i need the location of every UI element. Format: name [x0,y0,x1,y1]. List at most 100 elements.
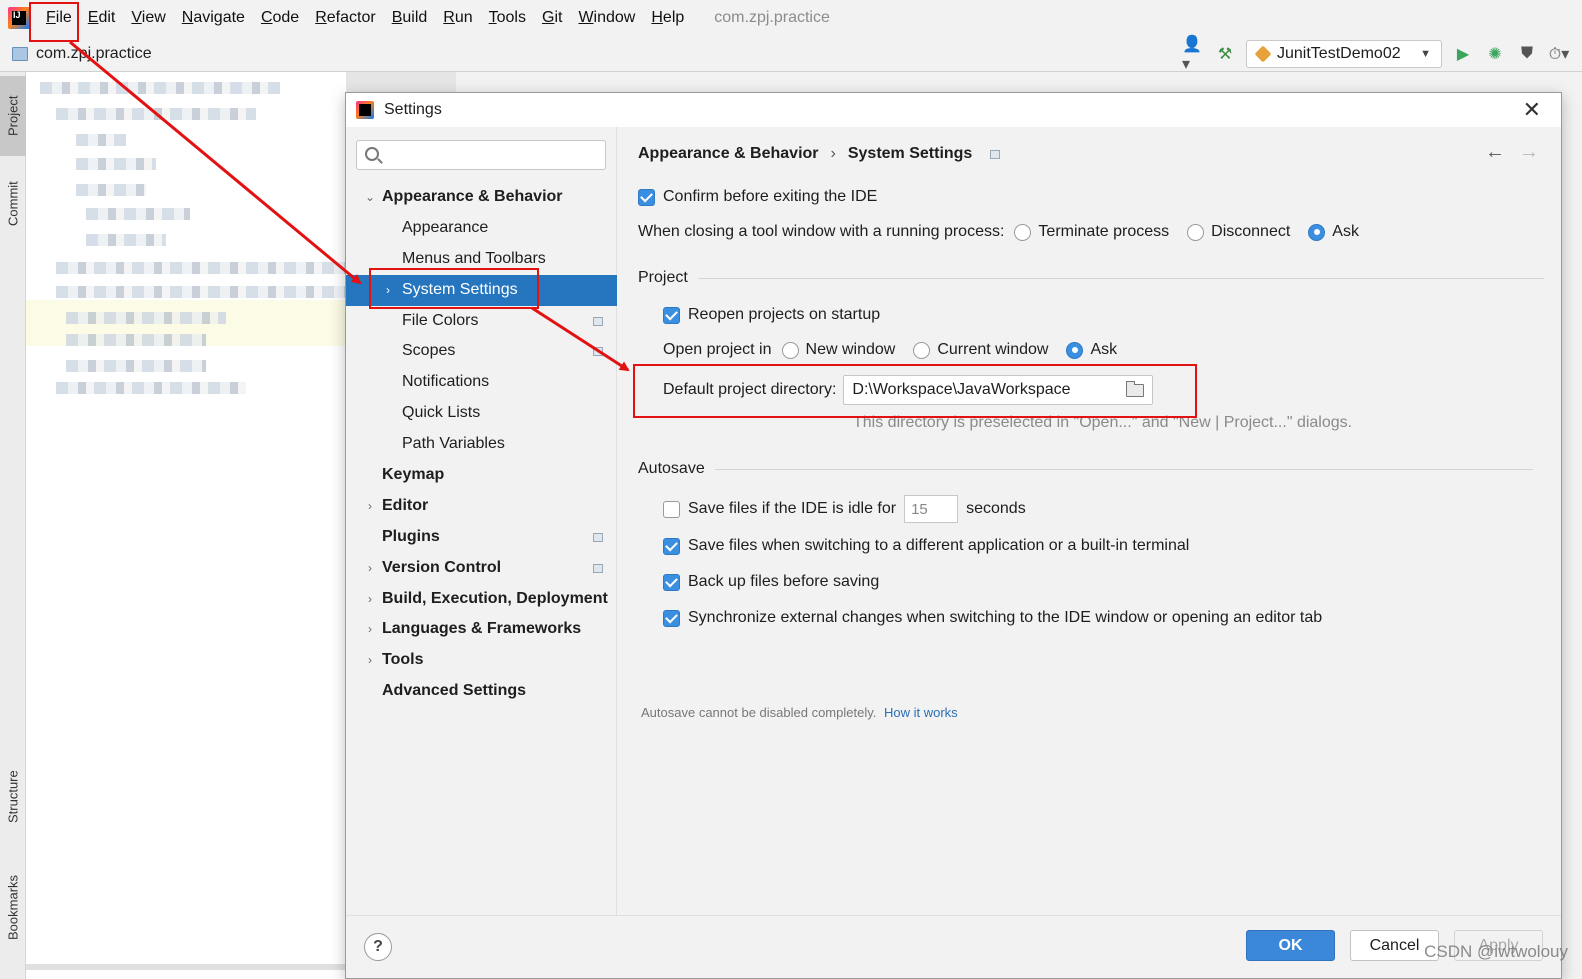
disconnect-radio[interactable] [1187,223,1205,241]
settings-tree-label: Editor [382,496,429,514]
debug-icon[interactable]: ✺ [1484,43,1506,65]
backup-checkbox[interactable] [663,573,680,591]
menu-build[interactable]: Build [384,0,436,36]
switching-save-row: Save files when switching to a different… [663,537,1189,555]
settings-tree-label: Languages & Frameworks [382,620,582,638]
breadcrumb-parent: Appearance & Behavior [638,145,819,162]
menu-window[interactable]: Window [570,0,643,36]
blurred-tree-row [76,158,156,170]
settings-tree-item[interactable]: › Build, Execution, Deployment [346,584,617,615]
horizontal-scrollbar[interactable] [26,964,346,970]
blurred-tree-row [56,262,346,274]
settings-tree-label: File Colors [402,311,479,329]
how-it-works-link[interactable]: How it works [884,705,958,720]
open-ask-radio[interactable] [1066,341,1084,359]
annotation-box-system-settings [369,268,539,309]
ask-label: Ask [1332,223,1359,240]
tab-bookmarks[interactable]: Bookmarks [0,857,26,957]
settings-tree-label: Keymap [382,466,445,484]
help-button[interactable]: ? [364,933,392,961]
chevron-right-icon[interactable]: › [364,614,376,645]
intellij-logo-icon: IJ [8,7,30,29]
main-toolbar: 👤▾ ⚒ JunitTestDemo02 ▼ ▶ ✺ ⛊ ⏱▾ [1182,36,1582,73]
tab-structure[interactable]: Structure [0,752,26,842]
run-configuration-select[interactable]: JunitTestDemo02 ▼ [1246,40,1442,68]
chevron-right-icon[interactable]: › [364,645,376,676]
idle-seconds-input[interactable] [911,500,952,518]
settings-tree-item[interactable]: Keymap [346,460,617,491]
close-icon[interactable]: ✕ [1523,99,1541,121]
terminate-process-radio[interactable] [1014,223,1032,241]
settings-search[interactable] [356,140,606,170]
settings-tree-label: Build, Execution, Deployment [382,589,608,607]
sync-label: Synchronize external changes when switch… [688,609,1323,626]
settings-tree-item[interactable]: Appearance [346,213,617,244]
user-icon[interactable]: 👤▾ [1182,36,1204,73]
settings-tree-item[interactable]: ⌄ Appearance & Behavior [346,182,617,213]
ask-radio[interactable] [1308,223,1326,241]
settings-tree-item[interactable]: Plugins [346,522,617,553]
menu-navigate[interactable]: Navigate [174,0,253,36]
chevron-down-icon[interactable]: ⌄ [364,182,376,213]
settings-tree-label: Notifications [402,373,490,391]
project-level-icon [593,347,603,357]
settings-tree-item[interactable]: › Version Control [346,553,617,584]
menu-refactor[interactable]: Refactor [307,0,383,36]
confirm-exit-checkbox[interactable] [638,188,655,206]
window-title: com.zpj.practice [714,9,830,26]
dialog-title-bar: Settings ✕ [346,93,1561,127]
project-level-icon [593,532,603,542]
switching-save-checkbox[interactable] [663,537,680,555]
menu-code[interactable]: Code [253,0,307,36]
settings-tree-item[interactable]: Path Variables [346,429,617,460]
annotation-box-default-directory [633,364,1197,418]
settings-search-input[interactable] [387,145,597,165]
new-window-radio[interactable] [781,341,799,359]
idle-seconds-field[interactable] [904,495,959,523]
settings-tree-item[interactable]: › Editor [346,491,617,522]
settings-tree-item[interactable]: Quick Lists [346,398,617,429]
idle-seconds-unit: seconds [966,500,1026,517]
forward-arrow-icon[interactable]: → [1519,141,1539,164]
tab-commit[interactable]: Commit [0,164,26,244]
settings-sidebar: ⌄ Appearance & Behavior Appearance Menus an… [346,127,617,915]
run-config-icon [1254,45,1272,63]
settings-tree-item[interactable]: › Languages & Frameworks [346,614,617,645]
menu-tools[interactable]: Tools [481,0,534,36]
idle-save-checkbox[interactable] [663,500,680,518]
settings-tree-item[interactable]: › Tools [346,645,617,676]
menu-run[interactable]: Run [435,0,480,36]
menu-git[interactable]: Git [534,0,570,36]
navigation-bar: com.zpj.practice 👤▾ ⚒ JunitTestDemo02 ▼ … [0,36,1582,73]
settings-tree-item[interactable]: Scopes [346,336,617,367]
menu-view[interactable]: View [123,0,173,36]
tab-project[interactable]: Project [0,76,26,156]
settings-tree-label: Path Variables [402,435,505,453]
open-project-in-row: Open project in New window Current windo… [663,341,1125,359]
run-icon[interactable]: ▶ [1452,43,1474,65]
back-arrow-icon[interactable]: ← [1485,141,1505,164]
blurred-tree-row [40,82,280,94]
nav-project-name[interactable]: com.zpj.practice [36,45,152,63]
settings-tree-item[interactable]: Advanced Settings [346,676,617,707]
sync-checkbox[interactable] [663,609,680,627]
settings-tree-label: Appearance & Behavior [382,188,563,205]
settings-tree-item[interactable]: File Colors [346,306,617,337]
blurred-tree-row [76,184,146,196]
chevron-right-icon[interactable]: › [364,491,376,522]
menu-help[interactable]: Help [643,0,692,36]
chevron-right-icon[interactable]: › [364,584,376,615]
reopen-projects-checkbox[interactable] [663,306,680,324]
ok-button[interactable]: OK [1246,930,1335,961]
blurred-tree-row [66,360,206,372]
blurred-tree-row [66,312,226,324]
chevron-right-icon[interactable]: › [364,553,376,584]
autosave-section-title: Autosave [638,460,705,477]
profile-icon[interactable]: ⏱▾ [1548,43,1570,65]
current-window-radio[interactable] [913,341,931,359]
editor-tab-strip [346,72,456,92]
menu-edit[interactable]: Edit [80,0,124,36]
settings-tree-item[interactable]: Notifications [346,367,617,398]
build-hammer-icon[interactable]: ⚒ [1214,43,1236,65]
coverage-icon[interactable]: ⛊ [1516,43,1538,65]
